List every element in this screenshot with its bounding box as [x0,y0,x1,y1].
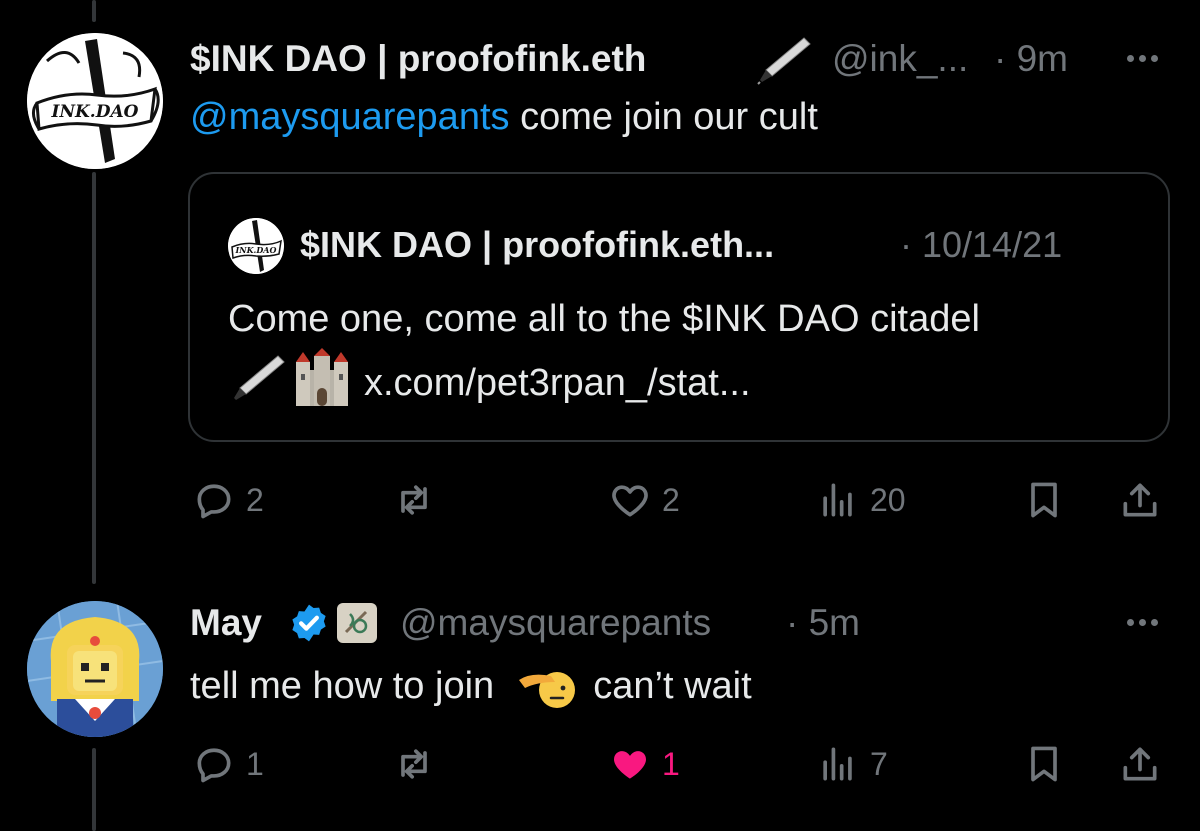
svg-text:INK.DAO: INK.DAO [51,102,139,122]
svg-text:INK.DAO: INK.DAO [235,245,277,255]
views-icon [823,483,852,517]
like-icon [612,485,648,517]
quoted-display-name: $INK DAO | proofofink.eth... [300,224,775,265]
tweet2-handle[interactable]: @maysquarepants [400,604,711,641]
tweet1-text-rest: come join our cult [509,96,818,138]
tweet2-time[interactable]: · 5m [786,604,860,641]
quoted-time: · 10/14/21 [900,224,1063,265]
tweet2-retweet-button[interactable] [392,742,436,786]
tweet1-handle[interactable]: @ink_... [832,40,968,77]
tweet1-more-icon[interactable] [1127,55,1158,62]
reply-icon [197,484,231,519]
saluting-face-emoji-icon [518,672,575,708]
thread-line-middle [92,172,96,584]
tweet1-time[interactable]: · 9m [994,40,1068,77]
bookmark-icon [1031,746,1057,782]
views-count: 20 [870,482,906,518]
tweet1-text: @maysquarepants come join our cult [190,98,818,136]
quoted-text: Come one, come all to the $INK DAO citad… [228,298,980,340]
tweet1-views-button[interactable]: 20 [816,478,906,522]
quoted-ink-dao-avatar: INK.DAO [228,218,284,274]
tweet2-text-after: can’t wait [593,665,752,708]
tweet2-text: tell me how to join can’t wait [190,666,752,710]
tweet2-bookmark-button[interactable] [1022,742,1066,786]
tweet2-share-button[interactable] [1118,742,1162,786]
tweet2-text-before: tell me how to join [190,665,495,708]
affiliate-badge-icon [336,602,378,648]
tweet1-reply-button[interactable]: 2 [192,478,264,522]
thread-line-top [92,0,96,22]
castle-emoji-icon [292,348,352,412]
views-icon [823,747,852,781]
reply-count: 1 [246,746,264,782]
tweet1-mention-link[interactable]: @maysquarepants [190,96,510,138]
retweet-icon [401,749,427,779]
retweet-icon [401,485,427,515]
tweet2-display-name[interactable]: May [190,604,262,641]
pen-icon [230,350,286,410]
ink-dao-avatar[interactable]: INK.DAO [27,33,163,169]
tweet1-bookmark-button[interactable] [1022,478,1066,522]
tweet1-share-button[interactable] [1118,478,1162,522]
like-icon [614,751,646,779]
reply-icon [197,748,231,783]
reply-count: 2 [246,482,264,518]
share-icon [1123,483,1157,517]
thread-line-bottom [92,748,96,831]
bookmark-icon [1031,482,1057,518]
tweet1-retweet-button[interactable] [392,478,436,522]
verified-badge-icon [288,602,330,648]
like-count: 1 [662,746,680,782]
tweet2-views-button[interactable]: 7 [816,742,888,786]
views-count: 7 [870,746,888,782]
tweet2-reply-button[interactable]: 1 [192,742,264,786]
may-avatar[interactable] [27,601,163,737]
pen-icon [756,36,812,90]
tweet1-display-name[interactable]: $INK DAO | proofofink.eth [190,40,646,77]
tweet2-more-icon[interactable] [1127,619,1158,626]
tweet2-like-button[interactable]: 1 [608,742,680,786]
quoted-link[interactable]: x.com/pet3rpan_/stat... [364,364,751,402]
share-icon [1123,747,1157,781]
like-count: 2 [662,482,680,518]
tweet1-like-button[interactable]: 2 [608,478,680,522]
